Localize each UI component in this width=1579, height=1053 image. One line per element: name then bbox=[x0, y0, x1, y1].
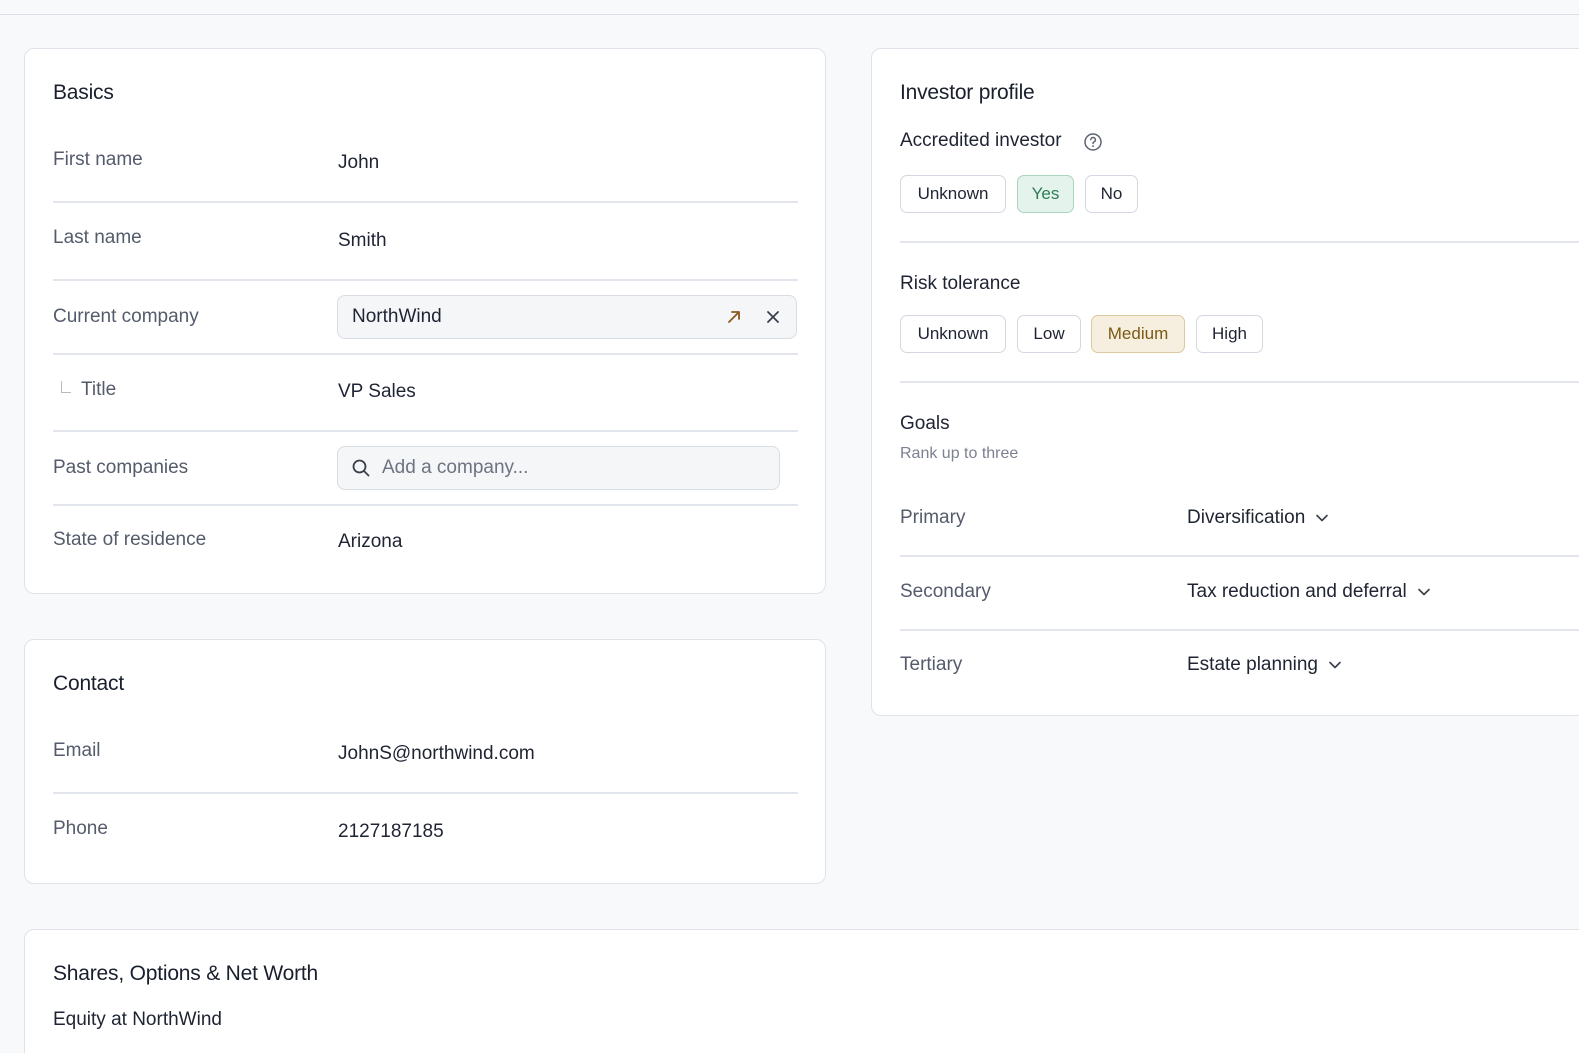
last-name-value[interactable]: Smith bbox=[338, 230, 387, 252]
accredited-yes-button[interactable]: Yes bbox=[1017, 175, 1074, 213]
first-name-label: First name bbox=[53, 149, 143, 170]
first-name-row: First name John bbox=[53, 149, 798, 189]
open-external-icon[interactable] bbox=[724, 307, 744, 327]
past-companies-placeholder: Add a company... bbox=[382, 457, 529, 478]
divider bbox=[900, 241, 1579, 243]
divider bbox=[900, 555, 1579, 557]
first-name-value[interactable]: John bbox=[338, 152, 379, 174]
past-companies-label: Past companies bbox=[53, 457, 189, 478]
investor-profile-title: Investor profile bbox=[900, 81, 1035, 104]
title-label: Title bbox=[81, 379, 117, 400]
divider bbox=[53, 353, 798, 355]
top-divider bbox=[0, 14, 1579, 15]
primary-goal-value: Diversification bbox=[1187, 507, 1306, 528]
basics-title: Basics bbox=[53, 81, 114, 104]
email-value[interactable]: JohnS@northwind.com bbox=[338, 743, 535, 765]
shares-title: Shares, Options & Net Worth bbox=[53, 962, 318, 985]
state-label: State of residence bbox=[53, 529, 207, 550]
secondary-goal-label: Secondary bbox=[900, 581, 991, 602]
title-row: Title VP Sales bbox=[53, 379, 798, 419]
phone-row: Phone 2127187185 bbox=[53, 818, 798, 858]
primary-goal-dropdown[interactable]: Diversification bbox=[1187, 507, 1329, 529]
goals-label: Goals bbox=[900, 413, 950, 434]
investor-profile-card: Investor profile Accredited investor Unk… bbox=[871, 48, 1579, 716]
divider bbox=[900, 381, 1579, 383]
primary-goal-label: Primary bbox=[900, 507, 966, 528]
phone-value[interactable]: 2127187185 bbox=[338, 821, 444, 843]
divider bbox=[53, 504, 798, 506]
equity-label: Equity at NorthWind bbox=[53, 1009, 222, 1030]
chevron-down-icon bbox=[1329, 661, 1341, 669]
risk-tolerance-label: Risk tolerance bbox=[900, 273, 1021, 294]
contact-title: Contact bbox=[53, 672, 124, 695]
chevron-down-icon bbox=[1316, 514, 1329, 522]
goals-hint: Rank up to three bbox=[900, 445, 1019, 462]
secondary-goal-dropdown[interactable]: Tax reduction and deferral bbox=[1187, 581, 1431, 603]
divider bbox=[53, 279, 798, 281]
risk-high-button[interactable]: High bbox=[1196, 315, 1263, 353]
tertiary-goal-label: Tertiary bbox=[900, 654, 963, 675]
help-icon[interactable] bbox=[1083, 132, 1103, 152]
title-value[interactable]: VP Sales bbox=[338, 381, 416, 403]
state-row: State of residence Arizona bbox=[53, 529, 798, 569]
accredited-no-button[interactable]: No bbox=[1085, 175, 1138, 213]
last-name-row: Last name Smith bbox=[53, 227, 798, 267]
divider bbox=[53, 201, 798, 203]
tertiary-goal-value: Estate planning bbox=[1187, 654, 1318, 675]
shares-card: Shares, Options & Net Worth Equity at No… bbox=[24, 929, 1579, 1053]
tertiary-goal-dropdown[interactable]: Estate planning bbox=[1187, 654, 1342, 676]
accredited-investor-label: Accredited investor bbox=[900, 130, 1062, 151]
past-companies-search[interactable]: Add a company... bbox=[337, 446, 780, 490]
email-label: Email bbox=[53, 740, 101, 761]
risk-low-button[interactable]: Low bbox=[1017, 315, 1081, 353]
secondary-goal-value: Tax reduction and deferral bbox=[1187, 581, 1407, 602]
current-company-value: NorthWind bbox=[352, 306, 442, 327]
current-company-chip[interactable]: NorthWind bbox=[337, 295, 797, 339]
divider bbox=[53, 792, 798, 794]
last-name-label: Last name bbox=[53, 227, 142, 248]
current-company-label: Current company bbox=[53, 306, 199, 327]
email-row: Email JohnS@northwind.com bbox=[53, 740, 798, 780]
divider bbox=[53, 430, 798, 432]
divider bbox=[900, 629, 1579, 631]
risk-unknown-button[interactable]: Unknown bbox=[900, 315, 1006, 353]
risk-medium-button[interactable]: Medium bbox=[1091, 315, 1185, 353]
close-icon[interactable] bbox=[763, 307, 783, 327]
sub-field-indicator bbox=[61, 381, 71, 393]
accredited-unknown-button[interactable]: Unknown bbox=[900, 175, 1006, 213]
contact-card: Contact Email JohnS@northwind.com Phone … bbox=[24, 639, 826, 884]
basics-card: Basics First name John Last name Smith C… bbox=[24, 48, 826, 594]
search-icon bbox=[352, 459, 370, 477]
chevron-down-icon bbox=[1417, 588, 1430, 596]
phone-label: Phone bbox=[53, 818, 108, 839]
state-value[interactable]: Arizona bbox=[338, 531, 402, 553]
